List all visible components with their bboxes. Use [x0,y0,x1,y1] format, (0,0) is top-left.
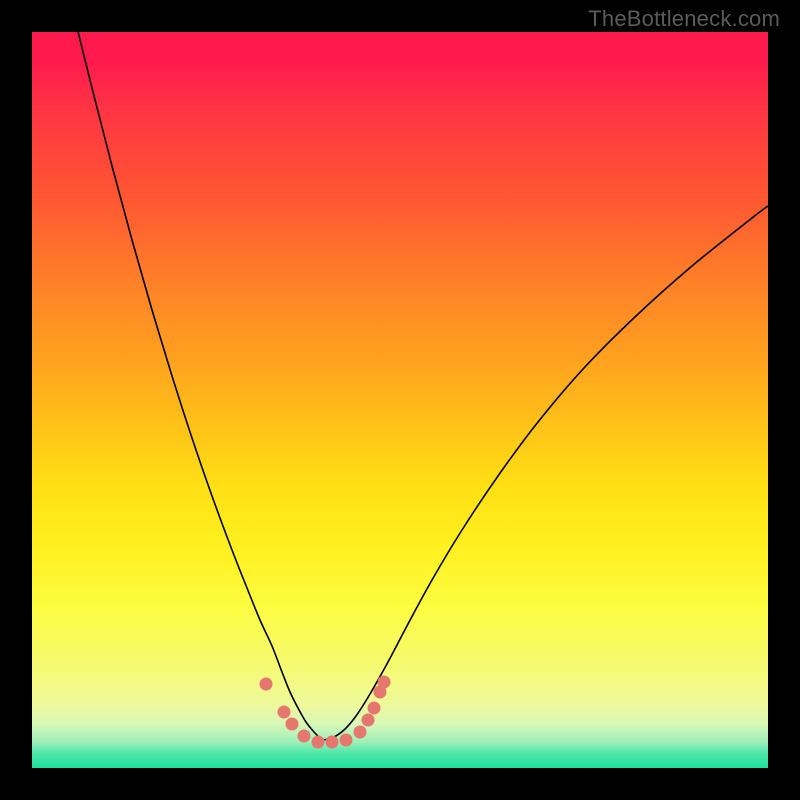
data-dot [362,714,375,727]
data-dot [326,736,339,749]
chart-frame: TheBottleneck.com [0,0,800,800]
curve-layer [32,32,768,768]
data-dot [260,678,273,691]
data-dot [340,734,353,747]
data-dots [260,676,391,749]
data-dot [298,730,311,743]
data-dot [312,736,325,749]
data-dot [278,706,291,719]
data-dot [378,676,391,689]
data-dot [286,718,299,731]
watermark: TheBottleneck.com [588,6,780,32]
plot-area [32,32,768,768]
data-dot [368,702,381,715]
curve-left [72,32,322,740]
curve-right [322,206,768,740]
data-dot [354,726,367,739]
